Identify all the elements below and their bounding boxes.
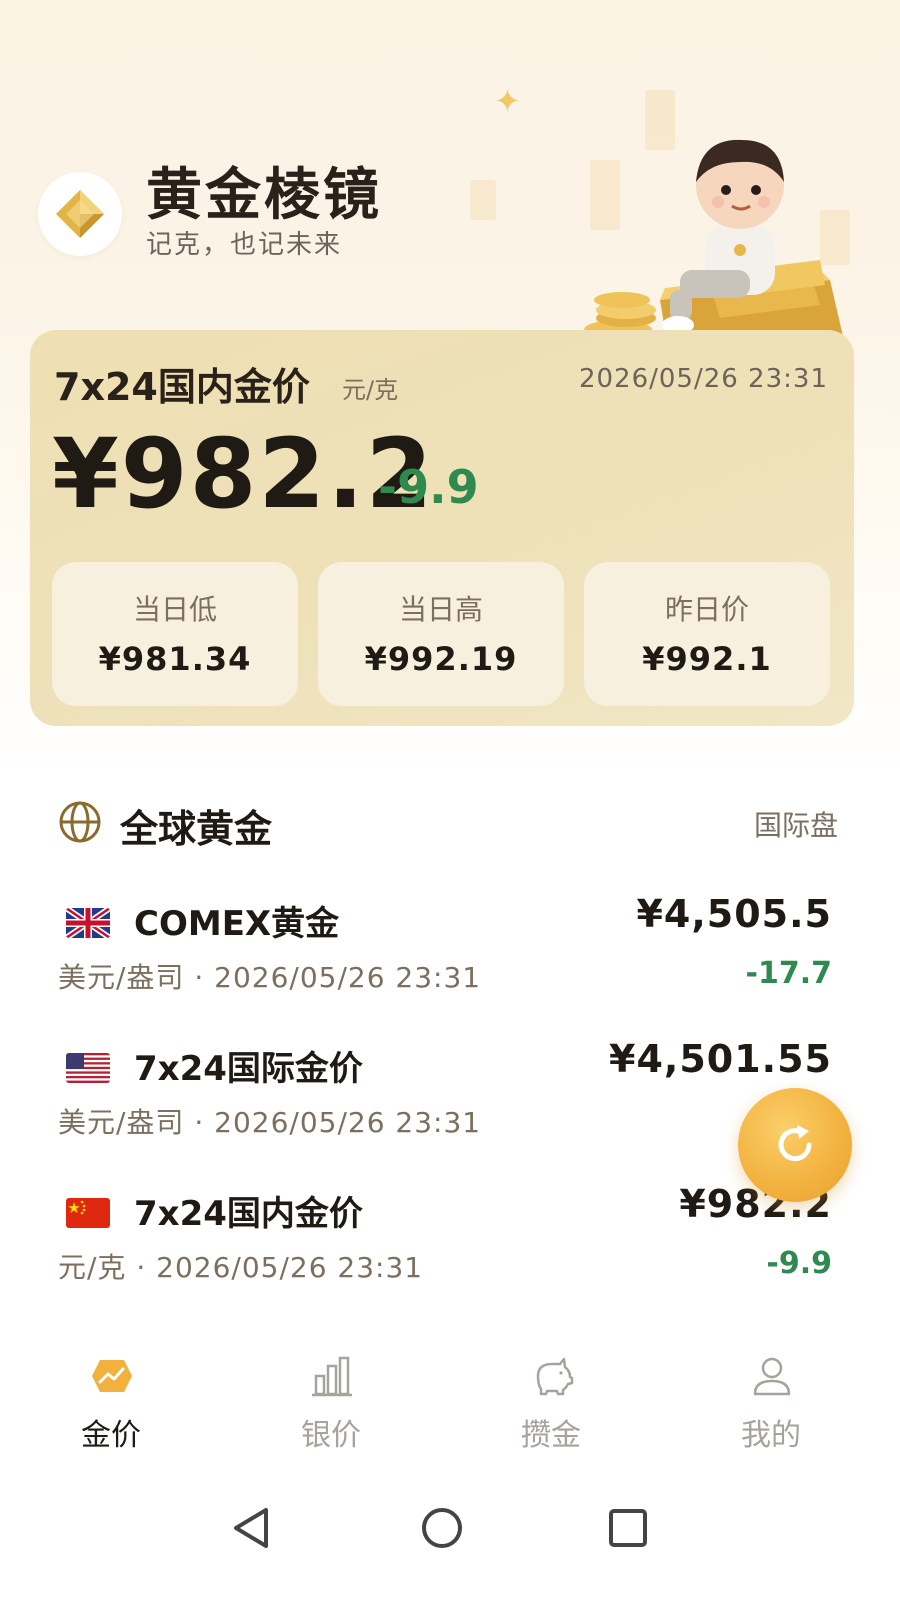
stat-value: ¥992.1 [642, 640, 772, 678]
stat-label: 当日低 [132, 593, 217, 626]
tab-save-gold[interactable]: 攒金 [486, 1350, 616, 1453]
back-icon[interactable] [222, 1498, 282, 1558]
card-unit: 元/克 [342, 376, 399, 404]
gold-chart-icon [92, 1360, 132, 1392]
card-title: 7x24国内金价 [54, 365, 310, 409]
market-meta: 美元/盎司 · 2026/05/26 23:31 [58, 961, 482, 994]
market-meta: 元/克 · 2026/05/26 23:31 [58, 1251, 424, 1284]
market-row-domestic[interactable]: 7x24国内金价 元/克 · 2026/05/26 23:31 ¥982.2 -… [58, 1180, 838, 1300]
market-change: -9.9 [766, 1246, 832, 1281]
app-header: 黄金棱镜 记克，也记未来 [38, 150, 558, 260]
section-title: 全球黄金 [120, 807, 273, 851]
app-logo [38, 172, 122, 256]
us-flag-icon [66, 1053, 110, 1083]
international-link[interactable]: 国际盘 [754, 804, 838, 844]
market-name: COMEX黄金 [134, 904, 340, 944]
tab-gold-price[interactable]: 金价 [46, 1350, 176, 1453]
app-name: 黄金棱镜 [146, 163, 382, 228]
stat-yesterday: 昨日价 ¥992.1 [584, 562, 830, 706]
user-icon [753, 1357, 791, 1396]
card-timestamp: 2026/05/26 23:31 [578, 364, 828, 394]
market-change: -17.7 [745, 956, 832, 991]
market-row-comex[interactable]: COMEX黄金 美元/盎司 · 2026/05/26 23:31 ¥4,505.… [58, 890, 838, 1010]
diamond-logo-icon [56, 190, 104, 238]
globe-icon [59, 801, 101, 843]
bar-chart-icon [312, 1356, 352, 1397]
stat-value: ¥981.34 [98, 640, 252, 678]
market-price: ¥4,505.5 [636, 892, 832, 936]
market-price: ¥4,501.55 [609, 1037, 832, 1081]
market-name: 7x24国际金价 [134, 1049, 363, 1089]
system-navigation-bar [0, 1470, 900, 1600]
stat-label: 昨日价 [664, 593, 749, 626]
tab-label: 金价 [81, 1418, 141, 1453]
market-name: 7x24国内金价 [134, 1194, 363, 1234]
sparkle-icon: ✦ [494, 82, 521, 120]
tab-silver-price[interactable]: 银价 [266, 1350, 396, 1453]
recents-icon[interactable] [598, 1498, 658, 1558]
stat-value: ¥992.19 [364, 640, 518, 678]
market-meta: 美元/盎司 · 2026/05/26 23:31 [58, 1106, 482, 1139]
uk-flag-icon [66, 908, 110, 938]
stat-label: 当日高 [398, 593, 483, 626]
tab-profile[interactable]: 我的 [706, 1350, 836, 1453]
tab-label: 我的 [741, 1418, 801, 1453]
cn-flag-icon [66, 1198, 110, 1228]
tab-label: 银价 [301, 1418, 361, 1453]
stat-day-high: 当日高 ¥992.19 [318, 562, 564, 706]
app-slogan: 记克，也记未来 [146, 230, 343, 260]
tab-label: 攒金 [521, 1418, 581, 1453]
stat-day-low: 当日低 ¥981.34 [52, 562, 298, 706]
global-gold-header: 全球黄金 国际盘 [58, 796, 838, 852]
market-row-international[interactable]: 7x24国际金价 美元/盎司 · 2026/05/26 23:31 ¥4,501… [58, 1035, 838, 1155]
price-change: -9.9 [378, 460, 479, 514]
domestic-price-card[interactable]: 7x24国内金价 元/克 2026/05/26 23:31 ¥982.2 -9.… [30, 330, 854, 726]
refresh-button[interactable] [738, 1088, 852, 1202]
home-icon[interactable] [412, 1498, 472, 1558]
piggy-bank-icon [536, 1357, 574, 1396]
bottom-tab-bar: 金价 银价 攒金 我的 [0, 1330, 900, 1460]
refresh-icon [778, 1125, 812, 1162]
